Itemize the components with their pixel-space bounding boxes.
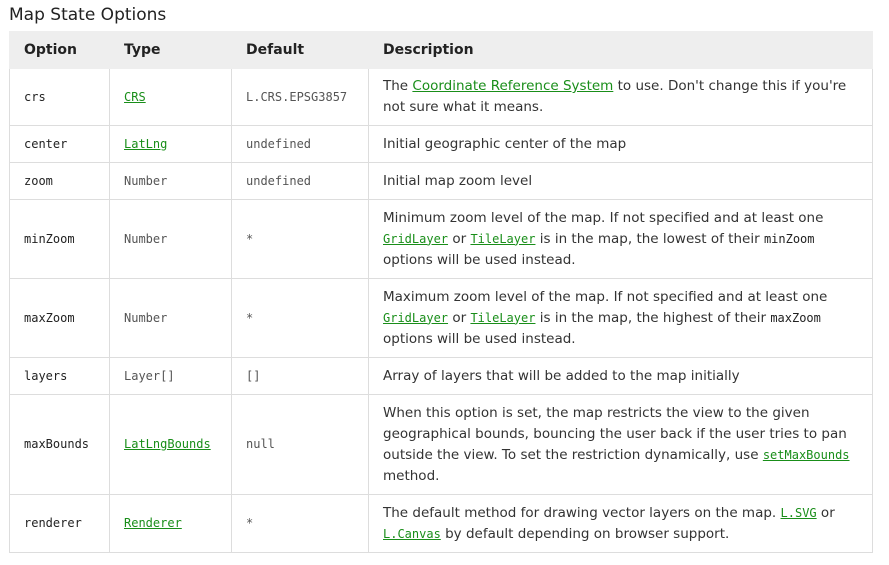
desc-text: or: [816, 504, 835, 521]
option-name: zoom: [9, 162, 110, 200]
option-name: layers: [9, 357, 110, 395]
description: Maximum zoom level of the map. If not sp…: [368, 278, 873, 358]
desc-text: The: [383, 78, 413, 94]
default-value: undefined: [231, 162, 369, 200]
description: Initial map zoom level: [368, 162, 873, 200]
option-name: renderer: [9, 494, 110, 553]
desc-text: is in the map, the highest of their: [535, 309, 771, 326]
type-value: Number: [109, 199, 232, 279]
desc-link[interactable]: GridLayer: [383, 311, 448, 325]
description: Initial geographic center of the map: [368, 125, 873, 163]
desc-text: or: [448, 230, 471, 247]
desc-text: options will be used instead.: [383, 330, 576, 347]
desc-link[interactable]: TileLayer: [470, 232, 535, 246]
option-name: center: [9, 125, 110, 163]
option-name: maxBounds: [9, 394, 110, 495]
option-name: minZoom: [9, 199, 110, 279]
default-value: *: [231, 278, 369, 358]
table-row: crs CRS L.CRS.EPSG3857 The Coordinate Re…: [9, 68, 873, 126]
desc-link[interactable]: TileLayer: [470, 311, 535, 325]
type-link[interactable]: LatLngBounds: [124, 437, 211, 451]
table-row: center LatLng undefined Initial geograph…: [9, 125, 873, 163]
type-value: Number: [109, 278, 232, 358]
desc-link[interactable]: GridLayer: [383, 232, 448, 246]
header-type: Type: [109, 31, 232, 69]
desc-link[interactable]: L.Canvas: [383, 527, 441, 541]
header-option: Option: [9, 31, 110, 69]
type-value: Layer[]: [109, 357, 232, 395]
description: When this option is set, the map restric…: [368, 394, 873, 495]
desc-text: method.: [383, 467, 440, 484]
option-name: crs: [9, 68, 110, 126]
inline-code: maxZoom: [770, 310, 821, 325]
description: The Coordinate Reference System to use. …: [368, 68, 873, 126]
header-description: Description: [368, 31, 873, 69]
desc-text: Maximum zoom level of the map. If not sp…: [383, 288, 828, 305]
header-row: Option Type Default Description: [9, 31, 873, 69]
table-row: layers Layer[] [] Array of layers that w…: [9, 357, 873, 395]
default-value: undefined: [231, 125, 369, 163]
options-table: Option Type Default Description crs CRS …: [9, 31, 873, 553]
type-cell: LatLng: [109, 125, 232, 163]
inline-code: minZoom: [763, 231, 815, 246]
default-value: []: [231, 357, 369, 395]
table-row: maxBounds LatLngBounds null When this op…: [9, 394, 873, 495]
table-row: maxZoom Number * Maximum zoom level of t…: [9, 278, 873, 358]
default-value: *: [231, 494, 369, 553]
desc-text: The default method for drawing vector la…: [383, 504, 781, 521]
description: Array of layers that will be added to th…: [368, 357, 873, 395]
type-link[interactable]: LatLng: [124, 137, 167, 151]
table-row: renderer Renderer * The default method f…: [9, 494, 873, 553]
default-value: null: [231, 394, 369, 495]
desc-text: options will be used instead.: [383, 251, 576, 268]
description: The default method for drawing vector la…: [368, 494, 873, 553]
section-title: Map State Options: [9, 5, 167, 25]
table-row: zoom Number undefined Initial map zoom l…: [9, 162, 873, 200]
default-value: *: [231, 199, 369, 279]
desc-link[interactable]: Coordinate Reference System: [412, 78, 613, 94]
desc-link[interactable]: setMaxBounds: [763, 448, 850, 462]
option-name: maxZoom: [9, 278, 110, 358]
desc-text: is in the map, the lowest of their: [535, 230, 764, 247]
desc-text: by default depending on browser support.: [440, 525, 730, 542]
desc-text: or: [448, 309, 471, 326]
type-cell: LatLngBounds: [109, 394, 232, 495]
type-link[interactable]: Renderer: [124, 516, 182, 530]
table-row: minZoom Number * Minimum zoom level of t…: [9, 199, 873, 279]
default-value: L.CRS.EPSG3857: [231, 68, 369, 126]
type-value: Number: [109, 162, 232, 200]
type-cell: CRS: [109, 68, 232, 126]
description: Minimum zoom level of the map. If not sp…: [368, 199, 873, 279]
header-default: Default: [231, 31, 369, 69]
type-cell: Renderer: [109, 494, 232, 553]
desc-link[interactable]: L.SVG: [781, 506, 817, 520]
type-link[interactable]: CRS: [124, 90, 146, 104]
desc-text: Minimum zoom level of the map. If not sp…: [383, 209, 824, 226]
